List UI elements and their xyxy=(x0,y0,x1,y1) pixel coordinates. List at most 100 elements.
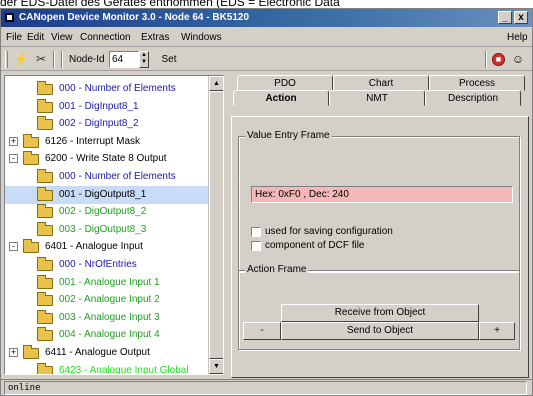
menu-bar: File Edit View Connection Extras Windows… xyxy=(1,28,532,47)
tree-node[interactable]: 002 - DigOutput8_2 xyxy=(5,203,208,221)
node-id-input[interactable]: 64 xyxy=(109,51,139,68)
folder-icon xyxy=(37,309,53,324)
increment-button[interactable]: + xyxy=(479,322,515,340)
minimize-button[interactable]: _ xyxy=(498,11,512,24)
folder-icon xyxy=(37,81,53,95)
collapse-icon[interactable]: - xyxy=(9,154,18,164)
tree-node-label: 003 - Analogue Input 3 xyxy=(59,311,160,323)
tree-node-label: 002 - Analogue Input 2 xyxy=(59,294,160,306)
folder-icon xyxy=(37,116,53,131)
toolbar-separator xyxy=(61,51,63,68)
tree-node[interactable]: - 6200 - Write State 8 Output xyxy=(5,150,208,168)
tree-node[interactable]: 000 - NrOfEntries xyxy=(5,256,208,274)
folder-icon xyxy=(23,345,39,359)
expand-icon[interactable]: + xyxy=(9,136,18,146)
dcf-component-label: component of DCF file xyxy=(265,240,365,251)
close-button[interactable]: x xyxy=(514,11,528,24)
document-caption: der EDS-Datei des Gerätes entnommen (EDS… xyxy=(0,0,340,8)
folder-icon xyxy=(37,221,53,236)
value-entry-frame-title: Value Entry Frame xyxy=(245,130,332,142)
disconnect-icon[interactable]: ✂ xyxy=(33,52,49,67)
value-display-field[interactable]: Hex: 0xF0 , Dec: 240 xyxy=(251,186,513,203)
tree-scrollbar[interactable]: ▲ ▼ xyxy=(208,76,223,374)
folder-icon xyxy=(37,327,53,342)
tree-node[interactable]: 001 - DigInput8_1 xyxy=(5,98,208,116)
menu-file[interactable]: File xyxy=(6,28,22,47)
menu-view[interactable]: View xyxy=(51,28,73,47)
user-icon[interactable]: ☺ xyxy=(511,52,525,67)
tree-node-label: 6126 - Interrupt Mask xyxy=(45,135,141,147)
tree-node[interactable]: 002 - DigInput8_2 xyxy=(5,115,208,133)
folder-icon xyxy=(23,151,39,166)
saving-config-label: used for saving configuration xyxy=(265,226,393,237)
window-title: CANopen Device Monitor 3.0 - Node 64 - B… xyxy=(19,12,250,23)
toolbar-separator xyxy=(53,51,55,68)
send-to-object-button[interactable]: Send to Object xyxy=(281,322,479,340)
tree-rows: 000 - Number of Elements 001 - DigInput8_… xyxy=(5,76,208,374)
tab-chart[interactable]: Chart xyxy=(333,75,429,91)
menu-help[interactable]: Help xyxy=(507,28,528,47)
tree-node[interactable]: 000 - Number of Elements xyxy=(5,80,208,98)
action-frame-title: Action Frame xyxy=(245,264,309,276)
tree-node-label: 002 - DigInput8_2 xyxy=(59,118,139,130)
tree-node-label: 001 - DigInput8_1 xyxy=(59,100,139,112)
tree-node[interactable]: 004 - Analogue Input 4 xyxy=(5,326,208,344)
action-frame: Action Frame Receive from Object - Send … xyxy=(238,264,520,350)
folder-icon xyxy=(37,204,53,219)
toolbar: ⚡ ✂ Node-Id 64 ▲ ▼ Set ■ ☺ xyxy=(1,48,532,71)
tab-nmt[interactable]: NMT xyxy=(329,90,425,106)
scroll-down-arrow-icon[interactable]: ▼ xyxy=(209,359,223,374)
tree-node[interactable]: 001 - DigOutput8_1 xyxy=(5,185,208,204)
toolbar-grip[interactable] xyxy=(5,51,8,68)
tree-node[interactable]: 000 - Number of Elements xyxy=(5,168,208,186)
object-tree[interactable]: 000 - Number of Elements 001 - DigInput8_… xyxy=(4,75,224,375)
expand-icon[interactable]: + xyxy=(9,348,18,357)
menu-edit[interactable]: Edit xyxy=(27,28,44,47)
scroll-thumb[interactable] xyxy=(209,91,223,359)
menu-extras[interactable]: Extras xyxy=(141,28,169,47)
set-button[interactable]: Set xyxy=(155,51,183,68)
receive-from-object-button[interactable]: Receive from Object xyxy=(281,304,479,322)
scroll-up-arrow-icon[interactable]: ▲ xyxy=(209,76,223,91)
tab-pdo[interactable]: PDO xyxy=(237,75,333,91)
tree-node-label: 004 - Analogue Input 4 xyxy=(59,329,160,341)
tree-node[interactable]: 003 - Analogue Input 3 xyxy=(5,309,208,327)
decrement-button[interactable]: - xyxy=(243,322,281,340)
value-entry-frame: Value Entry Frame Hex: 0xF0 , Dec: 240 u… xyxy=(238,130,520,272)
folder-icon xyxy=(37,169,53,183)
saving-config-checkbox[interactable] xyxy=(251,227,261,237)
folder-icon xyxy=(37,98,53,113)
tree-node[interactable]: - 6401 - Analogue Input xyxy=(5,238,208,256)
tree-node[interactable]: 002 - Analogue Input 2 xyxy=(5,291,208,309)
tab-process[interactable]: Process xyxy=(429,75,525,91)
tab-description[interactable]: Description xyxy=(425,90,521,106)
collapse-icon[interactable]: - xyxy=(9,242,18,252)
folder-icon xyxy=(23,133,39,148)
tree-node-label: 6423 - Analogue Input Global xyxy=(59,364,189,374)
menu-windows[interactable]: Windows xyxy=(181,28,222,47)
folder-icon xyxy=(37,274,53,289)
tree-node[interactable]: +6411 - Analogue Output xyxy=(5,344,208,362)
tab-strip: PDO Chart Process Action NMT Description xyxy=(229,75,527,119)
tree-node[interactable]: +6126 - Interrupt Mask xyxy=(5,133,208,151)
folder-icon xyxy=(37,362,53,374)
folder-icon xyxy=(37,186,53,201)
tree-node[interactable]: 003 - DigOutput8_3 xyxy=(5,221,208,239)
connect-icon[interactable]: ⚡ xyxy=(13,52,29,67)
toolbar-separator xyxy=(485,51,487,68)
node-id-spinner[interactable]: ▲ ▼ xyxy=(139,51,149,68)
stop-icon[interactable]: ■ xyxy=(492,53,505,66)
dcf-component-checkbox[interactable] xyxy=(251,241,261,251)
tab-action[interactable]: Action xyxy=(233,90,329,106)
node-id-label: Node-Id xyxy=(69,54,105,65)
tree-node[interactable]: 6423 - Analogue Input Global xyxy=(5,362,208,374)
title-bar: CANopen Device Monitor 3.0 - Node 64 - B… xyxy=(1,9,532,27)
folder-icon xyxy=(23,239,39,254)
folder-icon xyxy=(37,257,53,271)
status-text: online xyxy=(4,381,527,395)
menu-connection[interactable]: Connection xyxy=(80,28,131,47)
status-bar: online xyxy=(1,379,532,395)
tree-node[interactable]: 001 - Analogue Input 1 xyxy=(5,274,208,292)
tree-node-label: 6401 - Analogue Input xyxy=(45,241,143,253)
tree-node-label: 000 - Number of Elements xyxy=(59,171,176,182)
